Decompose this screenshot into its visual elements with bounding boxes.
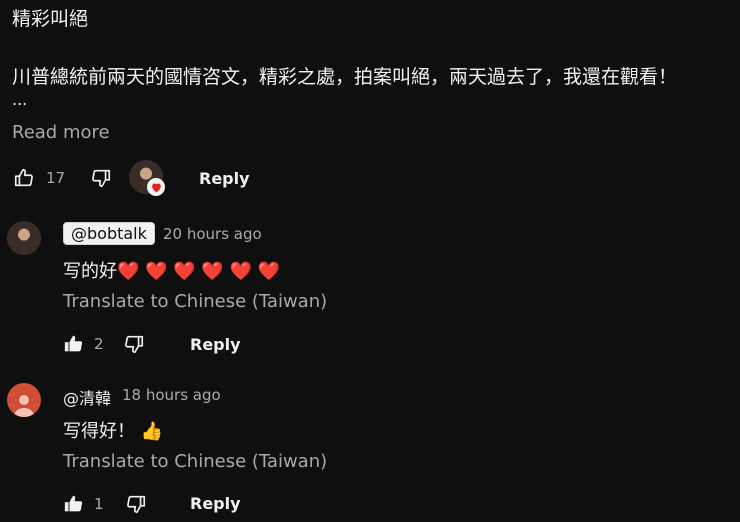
- comment-actions: 17: [10, 161, 115, 195]
- comment-body: 川普總統前兩天的國情咨文，精彩之處，拍案叫絕，兩天過去了，我還在觀看！: [12, 66, 678, 88]
- thumbs-up-icon: [64, 335, 83, 352]
- translate-button[interactable]: Translate to Chinese (Taiwan): [63, 291, 327, 312]
- reply-text: 写得好！ 👍: [63, 421, 164, 442]
- thumbs-up-icon: [14, 168, 33, 187]
- like-button[interactable]: [10, 164, 38, 192]
- heart-icon: [151, 182, 161, 192]
- dislike-button[interactable]: [122, 490, 150, 518]
- thumbs-down-icon: [126, 495, 145, 514]
- reply-actions: 2: [60, 327, 148, 361]
- thumbs-up-icon: [64, 495, 83, 512]
- reply-timestamp[interactable]: 18 hours ago: [122, 386, 221, 404]
- like-count: 1: [94, 495, 104, 513]
- dislike-button[interactable]: [87, 164, 115, 192]
- reply-timestamp[interactable]: 20 hours ago: [163, 225, 262, 243]
- avatar[interactable]: [7, 221, 41, 255]
- thumbs-down-icon: [92, 169, 111, 188]
- reply-button[interactable]: Reply: [190, 335, 241, 354]
- thumbs-down-icon: [124, 335, 143, 354]
- like-count: 2: [94, 335, 104, 353]
- reply-button[interactable]: Reply: [190, 494, 241, 513]
- comment-thread: 精彩叫絕 川普總統前兩天的國情咨文，精彩之處，拍案叫絕，兩天過去了，我還在觀看！…: [0, 0, 740, 522]
- translate-button[interactable]: Translate to Chinese (Taiwan): [63, 451, 327, 472]
- avatar[interactable]: [7, 383, 41, 417]
- reply-button[interactable]: Reply: [199, 169, 250, 188]
- person-icon: [14, 395, 34, 417]
- dislike-button[interactable]: [120, 330, 148, 358]
- comment-ellipsis: ...: [12, 90, 28, 109]
- heart-badge: [147, 178, 165, 196]
- like-button[interactable]: [60, 490, 88, 518]
- like-count: 17: [46, 169, 66, 187]
- reply-author-handle[interactable]: @bobtalk: [63, 222, 155, 245]
- reply-author-handle[interactable]: @清韓: [63, 385, 111, 409]
- reply-actions: 1: [60, 487, 150, 521]
- read-more-button[interactable]: Read more: [12, 122, 110, 143]
- like-button[interactable]: [60, 330, 88, 358]
- reply-text: 写的好❤️ ❤️ ❤️ ❤️ ❤️ ❤️: [63, 261, 281, 282]
- comment-title: 精彩叫絕: [12, 8, 89, 30]
